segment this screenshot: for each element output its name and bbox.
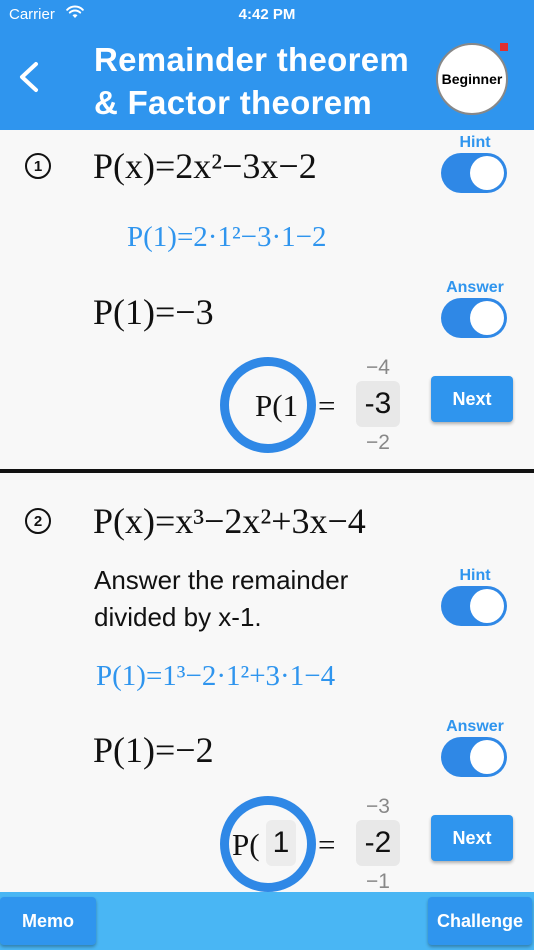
highlight-ring [220, 357, 316, 453]
picker-option-above[interactable]: −4 [355, 356, 401, 380]
title-line-2: & Factor theorem [94, 84, 373, 121]
question-line-1: Answer the remainder [94, 565, 349, 595]
problem-expression: P(x)=x³−2x²+3x−4 [93, 501, 366, 541]
hint-text: P(1)=2·1²−3·1−2 [127, 221, 327, 253]
toggle-knob [470, 156, 504, 190]
number-picker-selected[interactable]: -2 [356, 820, 400, 866]
hint-toggle[interactable] [441, 153, 507, 193]
hint-text: P(1)=1³−2·1²+3·1−4 [96, 660, 336, 692]
next-button[interactable]: Next [431, 815, 513, 861]
picker-equals: = [318, 388, 336, 423]
answer-text: P(1)=−3 [93, 292, 214, 332]
toggle-knob [470, 589, 504, 623]
hint-toggle[interactable] [441, 586, 507, 626]
answer-label: Answer [446, 279, 504, 296]
clock: 4:42 PM [238, 6, 296, 23]
section-divider [0, 469, 534, 473]
page-title: Remainder theorem & Factor theorem [94, 38, 409, 124]
challenge-button[interactable]: Challenge [428, 897, 532, 945]
question-text: Answer the remainder divided by x-1. [94, 562, 348, 636]
next-button[interactable]: Next [431, 376, 513, 422]
picker-equals: = [318, 827, 336, 862]
picker-option-below[interactable]: −2 [355, 431, 401, 455]
badge-corner-mark [500, 43, 508, 51]
answer-label: Answer [446, 718, 504, 735]
highlight-ring [220, 796, 316, 892]
title-line-1: Remainder theorem [94, 41, 410, 78]
picker-option-below[interactable]: −1 [355, 870, 401, 894]
memo-button[interactable]: Memo [0, 897, 96, 945]
level-badge[interactable]: Beginner [436, 43, 508, 115]
answer-toggle[interactable] [441, 298, 507, 338]
problem-number-1: 1 [25, 153, 51, 179]
answer-toggle[interactable] [441, 737, 507, 777]
hint-label: Hint [459, 567, 491, 584]
picker-option-above[interactable]: −3 [355, 795, 401, 819]
toggle-knob [470, 740, 504, 774]
answer-text: P(1)=−2 [93, 730, 214, 770]
hint-label: Hint [459, 134, 491, 151]
back-chevron-icon[interactable] [14, 60, 44, 94]
problem-expression: P(x)=2x²−3x−2 [93, 146, 317, 186]
number-picker-selected[interactable]: -3 [356, 381, 400, 427]
status-bar: Carrier 4:42 PM [0, 0, 534, 30]
toggle-knob [470, 301, 504, 335]
problem-number-2: 2 [25, 508, 51, 534]
question-line-2: divided by x-1. [94, 602, 262, 632]
